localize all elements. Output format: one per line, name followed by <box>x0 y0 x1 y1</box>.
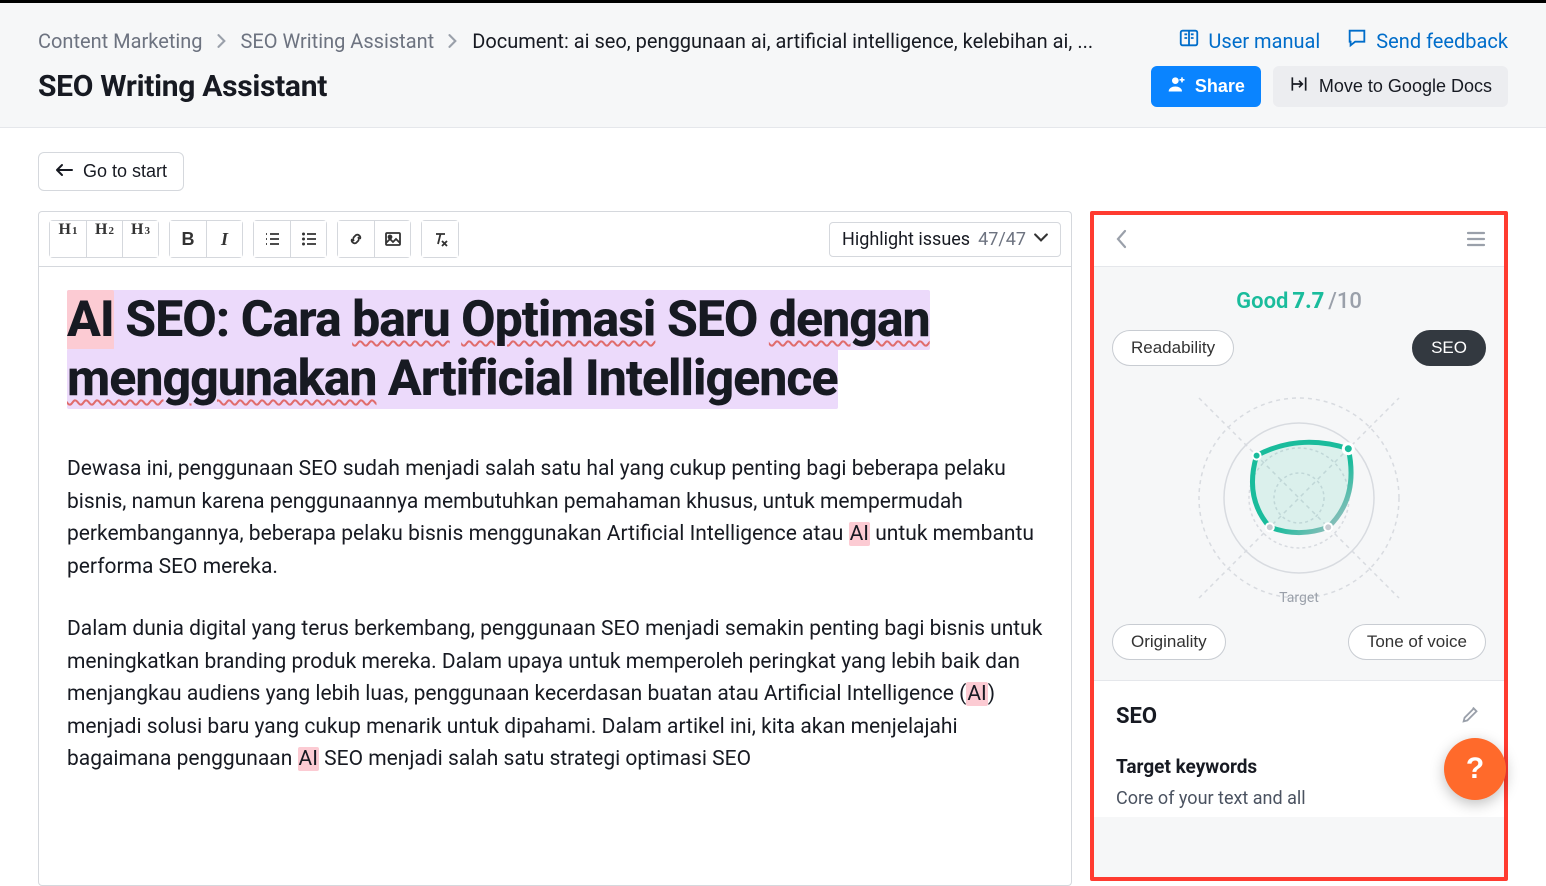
italic-button[interactable]: I <box>206 221 242 257</box>
panel-menu-button[interactable] <box>1466 229 1486 252</box>
chevron-down-icon <box>1034 229 1048 250</box>
go-to-start-button[interactable]: Go to start <box>38 152 184 191</box>
breadcrumb-seo-writing-assistant[interactable]: SEO Writing Assistant <box>241 29 435 53</box>
move-gdocs-label: Move to Google Docs <box>1319 76 1492 97</box>
breadcrumb-content-marketing[interactable]: Content Marketing <box>38 29 203 53</box>
radar-chart <box>1094 372 1504 626</box>
clear-format-button[interactable] <box>422 221 458 257</box>
add-user-icon <box>1167 74 1187 99</box>
edit-icon[interactable] <box>1460 703 1482 729</box>
score-value: 7.7 <box>1292 289 1324 314</box>
page-title: SEO Writing Assistant <box>38 69 327 104</box>
highlight-issues-count: 47/47 <box>978 229 1026 250</box>
target-keywords-desc: Core of your text and all <box>1116 788 1482 809</box>
seo-section: SEO Target keywords Core of your text an… <box>1094 680 1504 817</box>
move-to-google-docs-button[interactable]: Move to Google Docs <box>1273 66 1508 107</box>
help-button[interactable]: ? <box>1444 738 1506 800</box>
user-manual-link[interactable]: User manual <box>1178 27 1320 54</box>
editor-toolbar: H1 H2 H3 B I <box>38 211 1072 266</box>
panel-back-button[interactable] <box>1112 229 1132 252</box>
share-label: Share <box>1195 76 1245 97</box>
document-paragraph: Dewasa ini, penggunaan SEO sudah menjadi… <box>67 453 1043 583</box>
tone-of-voice-chip[interactable]: Tone of voice <box>1348 624 1486 660</box>
bullet-list-button[interactable] <box>290 221 326 257</box>
highlight-issues-dropdown[interactable]: Highlight issues 47/47 <box>829 222 1061 257</box>
book-icon <box>1178 27 1200 54</box>
seo-section-title: SEO <box>1116 704 1157 729</box>
send-feedback-link[interactable]: Send feedback <box>1346 27 1508 54</box>
radar-target-label: Target <box>1094 590 1504 606</box>
document-editor[interactable]: AI SEO: Cara baru Optimasi SEO dengan me… <box>38 266 1072 886</box>
document-paragraph: Dalam dunia digital yang terus berkemban… <box>67 613 1043 776</box>
heading1-button[interactable]: H1 <box>50 221 86 257</box>
user-manual-label: User manual <box>1208 29 1320 53</box>
chat-icon <box>1346 27 1368 54</box>
seo-chip[interactable]: SEO <box>1412 330 1486 366</box>
heading3-button[interactable]: H3 <box>122 221 158 257</box>
readability-chip[interactable]: Readability <box>1112 330 1234 366</box>
ordered-list-button[interactable] <box>254 221 290 257</box>
document-heading: AI SEO: Cara baru Optimasi SEO dengan me… <box>67 291 1043 409</box>
bold-button[interactable]: B <box>170 221 206 257</box>
heading2-button[interactable]: H2 <box>86 221 122 257</box>
breadcrumb-current: Document: ai seo, penggunaan ai, artific… <box>472 29 1093 53</box>
arrow-left-icon <box>55 161 73 182</box>
originality-chip[interactable]: Originality <box>1112 624 1226 660</box>
go-to-start-label: Go to start <box>83 161 167 182</box>
chevron-right-icon <box>448 29 458 53</box>
breadcrumb: Content Marketing SEO Writing Assistant … <box>38 29 1093 53</box>
score-label: Good <box>1236 289 1288 314</box>
send-feedback-label: Send feedback <box>1376 29 1508 53</box>
target-keywords-heading: Target keywords <box>1116 755 1482 778</box>
share-button[interactable]: Share <box>1151 66 1261 107</box>
chevron-right-icon <box>217 29 227 53</box>
link-button[interactable] <box>338 221 374 257</box>
image-button[interactable] <box>374 221 410 257</box>
score-display: Good 7.7 /10 <box>1094 267 1504 324</box>
score-max: /10 <box>1328 289 1362 314</box>
export-icon <box>1289 74 1309 99</box>
highlight-issues-label: Highlight issues <box>842 229 970 250</box>
